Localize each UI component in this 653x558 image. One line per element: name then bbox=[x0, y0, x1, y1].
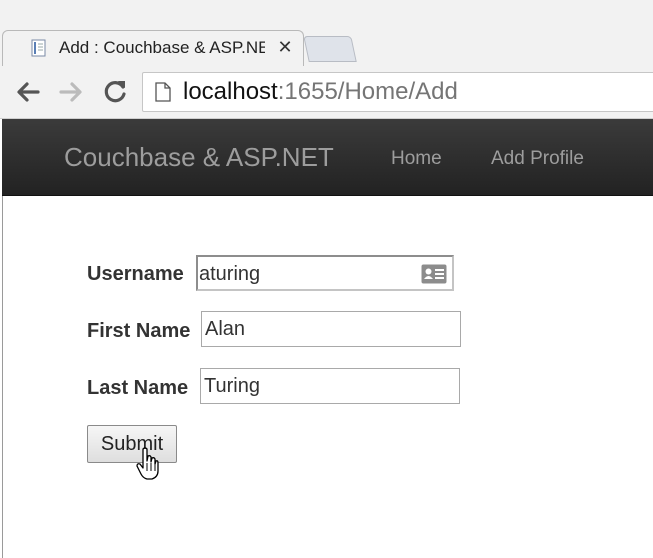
last-name-input[interactable]: Turing bbox=[200, 368, 460, 404]
username-value: aturing bbox=[199, 263, 261, 285]
first-name-label: First Name bbox=[87, 320, 191, 342]
address-bar[interactable]: localhost:1655/Home/Add bbox=[142, 72, 653, 112]
reload-icon[interactable] bbox=[99, 76, 131, 108]
last-name-label: Last Name bbox=[87, 377, 189, 399]
username-input[interactable]: aturing bbox=[196, 255, 454, 291]
first-name-input[interactable]: Alan bbox=[201, 311, 461, 347]
submit-button[interactable]: Submit bbox=[87, 425, 177, 463]
close-tab-icon[interactable]: ✕ bbox=[275, 35, 295, 59]
browser-tab-active[interactable]: Add : Couchbase & ASP.NET ✕ bbox=[2, 30, 304, 67]
page-content: Username aturing First Name Alan Last Na… bbox=[2, 196, 653, 558]
page-icon bbox=[155, 82, 171, 102]
browser-toolbar: localhost:1655/Home/Add bbox=[0, 66, 653, 119]
tab-title: Add : Couchbase & ASP.NET bbox=[59, 38, 265, 57]
nav-link-home[interactable]: Home bbox=[391, 147, 442, 171]
browser-tab-strip: Add : Couchbase & ASP.NET ✕ bbox=[0, 0, 653, 67]
new-tab-icon[interactable] bbox=[303, 36, 357, 62]
username-label: Username bbox=[87, 263, 184, 285]
document-icon bbox=[31, 39, 46, 57]
hand-cursor-icon bbox=[136, 447, 159, 480]
back-arrow-icon[interactable] bbox=[12, 76, 44, 108]
address-url: localhost:1655/Home/Add bbox=[183, 78, 458, 106]
nav-link-add-profile[interactable]: Add Profile bbox=[491, 147, 584, 171]
url-host: localhost bbox=[183, 78, 278, 105]
site-navbar: Couchbase & ASP.NET Home Add Profile bbox=[2, 119, 653, 196]
forward-arrow-icon[interactable] bbox=[55, 76, 87, 108]
navbar-brand[interactable]: Couchbase & ASP.NET bbox=[64, 141, 334, 173]
url-path: :1655/Home/Add bbox=[277, 78, 458, 105]
contact-card-icon[interactable] bbox=[421, 264, 447, 284]
